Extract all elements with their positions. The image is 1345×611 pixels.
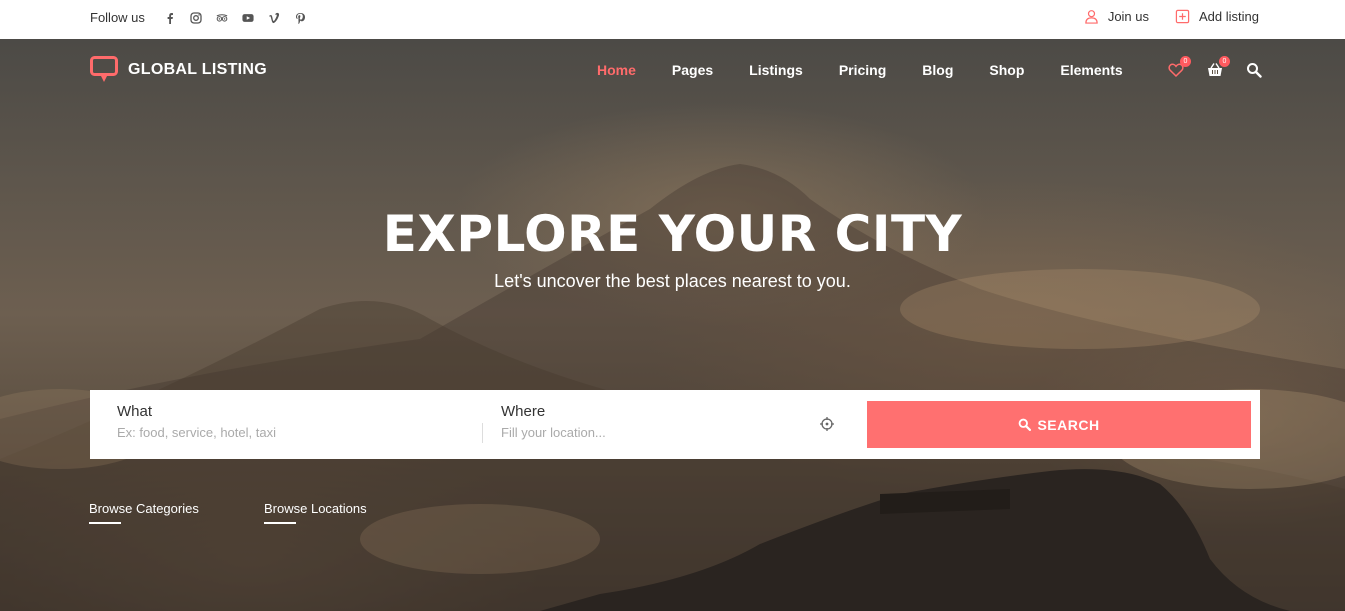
- logo-text: GLOBAL LISTING: [128, 61, 268, 78]
- chat-bubble-logo-icon: [90, 56, 118, 82]
- hero-section: GLOBAL LISTING Home Pages Listings Prici…: [0, 39, 1345, 611]
- main-nav: Home Pages Listings Pricing Blog Shop El…: [597, 62, 1159, 78]
- pinterest-icon[interactable]: [287, 10, 313, 26]
- nav-listings[interactable]: Listings: [749, 62, 803, 78]
- where-input[interactable]: [501, 425, 801, 440]
- crosshair-icon[interactable]: [819, 416, 835, 432]
- add-listing-label: Add listing: [1199, 9, 1259, 24]
- browse-locations-underline: [264, 522, 296, 524]
- plus-square-icon: [1175, 9, 1190, 24]
- browse-categories-link[interactable]: Browse Categories: [89, 501, 199, 516]
- social-links: [157, 10, 313, 26]
- field-divider: [482, 423, 483, 443]
- search-form: What Where SEARCH: [90, 390, 1260, 459]
- join-us-link[interactable]: Join us: [1084, 9, 1149, 24]
- browse-categories-underline: [89, 522, 121, 524]
- search-button-label: SEARCH: [1037, 416, 1100, 433]
- what-label: What: [117, 403, 153, 420]
- where-label: Where: [501, 403, 546, 420]
- cart-button[interactable]: 0: [1206, 56, 1230, 78]
- nav-blog[interactable]: Blog: [922, 62, 953, 78]
- tripadvisor-icon[interactable]: [209, 10, 235, 26]
- hero-background-image: [0, 164, 1345, 611]
- nav-home[interactable]: Home: [597, 62, 636, 78]
- wishlist-button[interactable]: 0: [1167, 56, 1191, 78]
- hero-subtitle: Let's uncover the best places nearest to…: [494, 271, 851, 291]
- follow-us-label: Follow us: [90, 10, 145, 25]
- wishlist-count-badge: 0: [1180, 56, 1191, 67]
- top-bar: Follow us Join us Add listing: [0, 0, 1345, 39]
- browse-locations-link[interactable]: Browse Locations: [264, 501, 367, 516]
- what-input[interactable]: [117, 425, 457, 440]
- facebook-icon[interactable]: [157, 10, 183, 26]
- nav-elements[interactable]: Elements: [1060, 62, 1122, 78]
- join-us-label: Join us: [1107, 9, 1150, 24]
- logo[interactable]: GLOBAL LISTING: [90, 56, 267, 84]
- search-toggle-button[interactable]: [1245, 61, 1262, 78]
- instagram-icon[interactable]: [183, 10, 209, 26]
- nav-pricing[interactable]: Pricing: [839, 62, 886, 78]
- nav-pages[interactable]: Pages: [672, 62, 713, 78]
- nav-shop[interactable]: Shop: [989, 62, 1024, 78]
- hero-title: EXPLORE YOUR CITY: [382, 205, 963, 263]
- vimeo-icon[interactable]: [261, 10, 287, 26]
- search-icon: [1246, 62, 1262, 78]
- user-icon: [1085, 10, 1098, 24]
- youtube-icon[interactable]: [235, 10, 261, 26]
- search-button[interactable]: SEARCH: [867, 401, 1251, 448]
- add-listing-link[interactable]: Add listing: [1175, 9, 1259, 24]
- search-icon: [1019, 418, 1032, 431]
- cart-count-badge: 0: [1219, 56, 1230, 67]
